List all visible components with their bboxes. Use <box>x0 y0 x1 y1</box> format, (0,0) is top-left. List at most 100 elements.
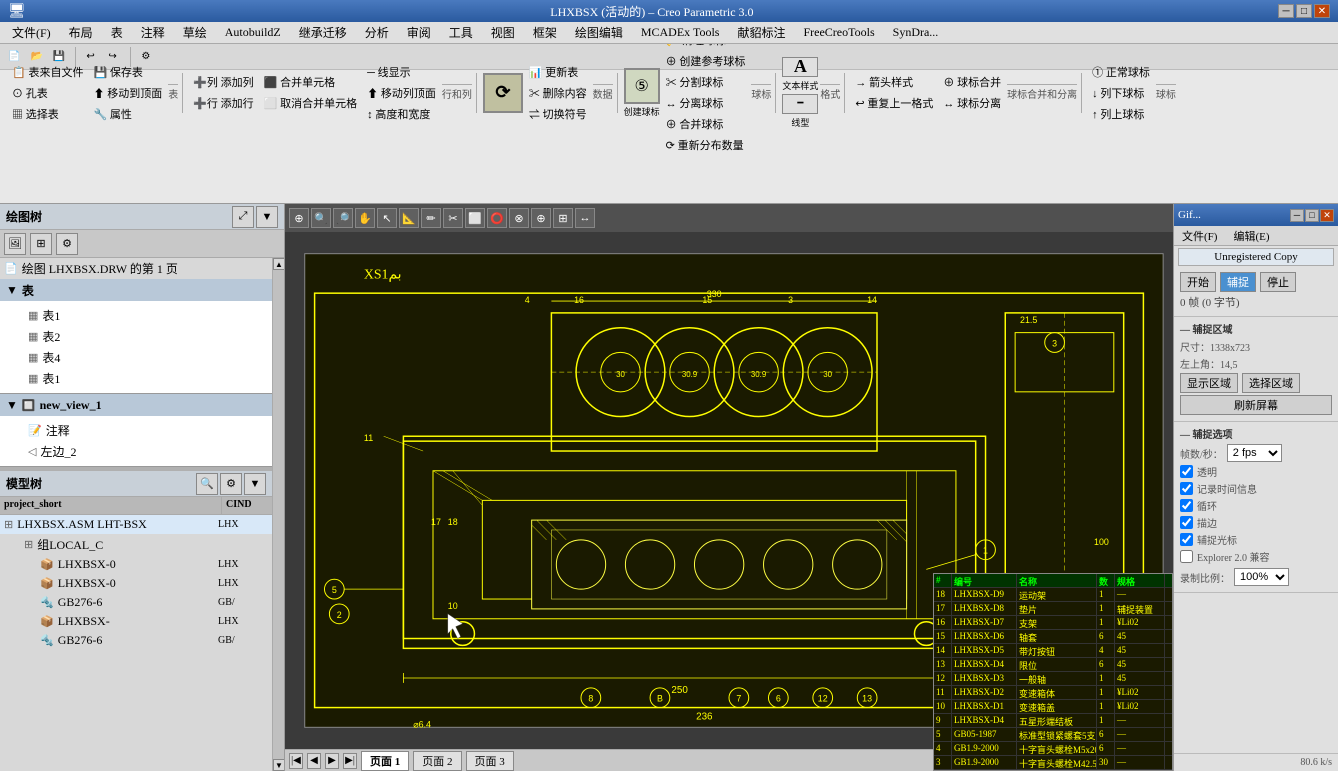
table-item-4[interactable]: ▦ 表4 <box>4 347 268 368</box>
draw-btn-9[interactable]: ↔ <box>575 208 595 228</box>
tree-icon-1[interactable]: 🖼 <box>4 233 26 255</box>
minimize-button[interactable]: ─ <box>1278 4 1294 18</box>
right-menu-edit[interactable]: 编辑(E) <box>1229 227 1273 245</box>
properties-btn[interactable]: 🔧 属性 <box>89 104 166 124</box>
model-tree-settings-btn[interactable]: ⚙ <box>220 473 242 495</box>
menu-analysis[interactable]: 分析 <box>357 22 397 43</box>
left-edge-item[interactable]: ◁ 左边_2 <box>4 441 268 462</box>
tree-icon-2[interactable]: ⊞ <box>30 233 52 255</box>
record-time-checkbox[interactable] <box>1180 482 1193 495</box>
split-balloon-btn[interactable]: ✂ 分割球标 <box>662 72 750 92</box>
menu-review[interactable]: 审阅 <box>399 22 439 43</box>
lhxbsx0-item2[interactable]: 📦 LHXBSX-0 LHX <box>0 574 272 593</box>
save-table-btn[interactable]: 💾 保存表 <box>89 62 166 82</box>
page-prev-btn[interactable]: ◀ <box>307 753 321 769</box>
line-style-btn[interactable]: ━ <box>782 94 818 114</box>
draw-btn-5[interactable]: ⭕ <box>487 208 507 228</box>
zoom-fit-btn[interactable]: ⊕ <box>289 208 309 228</box>
menu-tools[interactable]: 工具 <box>441 22 481 43</box>
draw-btn-4[interactable]: ⬜ <box>465 208 485 228</box>
record-ratio-select[interactable]: 100% 75% 50% <box>1234 568 1289 586</box>
pan-btn[interactable]: ✋ <box>355 208 375 228</box>
create-balloon-btn[interactable]: ⑤ <box>624 68 660 104</box>
line-display-btn[interactable]: ─ 线显示 <box>363 62 440 82</box>
border-checkbox[interactable] <box>1180 516 1193 529</box>
gb276-item1[interactable]: 🔩 GB276-6 GB/ <box>0 593 272 612</box>
lhxbsx-item[interactable]: 📦 LHXBSX- LHX <box>0 612 272 631</box>
menu-autobuildz[interactable]: AutobuildZ <box>217 23 289 42</box>
draw-btn-8[interactable]: ⊞ <box>553 208 573 228</box>
stop-btn[interactable]: 停止 <box>1260 272 1296 292</box>
table-section-header[interactable]: ▼ 表 <box>0 279 272 301</box>
menu-sketch[interactable]: 草绘 <box>175 22 215 43</box>
tree-expand-btn[interactable]: ⤢ <box>232 206 254 228</box>
delete-content-btn[interactable]: ✂ 删除内容 <box>525 83 591 103</box>
col-up-balloon-btn[interactable]: ↑ 列上球标 <box>1088 104 1154 124</box>
draw-btn-1[interactable]: 📐 <box>399 208 419 228</box>
model-tree-expand-btn[interactable]: ▼ <box>244 473 266 495</box>
right-menu-file[interactable]: 文件(F) <box>1178 227 1221 245</box>
normal-balloon-btn[interactable]: ① 正常球标 <box>1088 62 1154 82</box>
separate-balloon-btn[interactable]: ↔ 分离球标 <box>662 93 750 113</box>
capture-btn[interactable]: 辅捉 <box>1220 272 1256 292</box>
menu-table[interactable]: 表 <box>103 22 131 43</box>
refresh-screen-btn[interactable]: 刷新屏幕 <box>1180 395 1332 415</box>
hole-table-btn[interactable]: ⊙ 孔表 <box>8 83 87 103</box>
model-tree-filter-btn[interactable]: 🔍 <box>196 473 218 495</box>
right-minimize-btn[interactable]: ─ <box>1290 209 1304 222</box>
menu-file[interactable]: 文件(F) <box>4 22 59 43</box>
close-button[interactable]: ✕ <box>1314 4 1330 18</box>
zoom-out-btn[interactable]: 🔎 <box>333 208 353 228</box>
page-tab-2[interactable]: 页面 2 <box>413 751 461 771</box>
view-section-header[interactable]: ▼ 🔲 new_view_1 <box>0 394 272 416</box>
draw-btn-2[interactable]: ✏ <box>421 208 441 228</box>
draw-btn-7[interactable]: ⊕ <box>531 208 551 228</box>
zoom-in-btn[interactable]: 🔍 <box>311 208 331 228</box>
page-next-btn[interactable]: ▶ <box>325 753 339 769</box>
start-btn[interactable]: 开始 <box>1180 272 1216 292</box>
move-to-top-btn[interactable]: ⬆ 移动到顶面 <box>89 83 166 103</box>
loop-checkbox[interactable] <box>1180 499 1193 512</box>
arrow-style-btn[interactable]: → 箭头样式 <box>851 72 937 92</box>
transparent-checkbox[interactable] <box>1180 465 1193 478</box>
text-style-btn[interactable]: A <box>782 57 818 77</box>
clean-balloon-btn[interactable]: 🧹 清理球标 <box>662 44 750 50</box>
select-area-btn[interactable]: 选择区域 <box>1242 373 1300 393</box>
add-col-btn[interactable]: ➕列 添加列 <box>189 72 257 92</box>
update-table-label[interactable]: 📊 更新表 <box>525 62 591 82</box>
menu-drawing-edit[interactable]: 绘图编辑 <box>567 22 631 43</box>
right-close-btn[interactable]: ✕ <box>1320 209 1334 222</box>
gb276-item2[interactable]: 🔩 GB276-6 GB/ <box>0 631 272 650</box>
update-table-btn[interactable]: ⟳ <box>483 73 523 113</box>
explorer-checkbox[interactable] <box>1180 550 1193 563</box>
annotation-item[interactable]: 📝 注释 <box>4 420 268 441</box>
balloon-separate-btn[interactable]: ↔ 球标分离 <box>939 93 1005 113</box>
asm-item[interactable]: ⊞ LHXBSX.ASM LHT-BSX LHX <box>0 515 272 534</box>
local-item[interactable]: ⊞ 组LOCAL_C <box>0 534 272 555</box>
merge-cells-btn[interactable]: ⬛ 合并单元格 <box>260 72 361 92</box>
merge-balloon-btn[interactable]: ⊕ 合并球标 <box>662 114 750 134</box>
tree-options-btn[interactable]: ▼ <box>256 206 278 228</box>
menu-annotation[interactable]: 注释 <box>133 22 173 43</box>
repeat-format-btn[interactable]: ↩ 重复上一格式 <box>851 93 937 113</box>
menu-inherit[interactable]: 继承迁移 <box>291 22 355 43</box>
page-first-btn[interactable]: |◀ <box>289 753 303 769</box>
scroll-up-btn[interactable]: ▲ <box>273 258 284 270</box>
menu-freecreo[interactable]: FreeCreoTools <box>795 23 882 42</box>
menu-layout[interactable]: 布局 <box>61 22 101 43</box>
menu-献貂[interactable]: 献貂标注 <box>729 22 793 43</box>
capture-cursor-checkbox[interactable] <box>1180 533 1193 546</box>
drawing-item[interactable]: 📄 绘图 LHXBSX.DRW 的第 1 页 <box>0 258 272 279</box>
create-ref-balloon-btn[interactable]: ⊕ 创建参考球标 <box>662 51 750 71</box>
show-area-btn[interactable]: 显示区域 <box>1180 373 1238 393</box>
move-col-top-btn[interactable]: ⬆ 移动列顶面 <box>363 83 440 103</box>
redistribute-btn[interactable]: ⟳ 重新分布数量 <box>662 135 750 155</box>
page-last-btn[interactable]: ▶| <box>343 753 357 769</box>
balloon-merge-btn[interactable]: ⊕ 球标合并 <box>939 72 1005 92</box>
page-tab-3[interactable]: 页面 3 <box>466 751 514 771</box>
lhxbsx0-item1[interactable]: 📦 LHXBSX-0 LHX <box>0 555 272 574</box>
fps-select[interactable]: 2 fps 5 fps 10 fps 15 fps 30 fps <box>1227 444 1282 462</box>
menu-mcadex[interactable]: MCADEx Tools <box>633 23 728 42</box>
menu-view[interactable]: 视图 <box>483 22 523 43</box>
tree-icon-3[interactable]: ⚙ <box>56 233 78 255</box>
